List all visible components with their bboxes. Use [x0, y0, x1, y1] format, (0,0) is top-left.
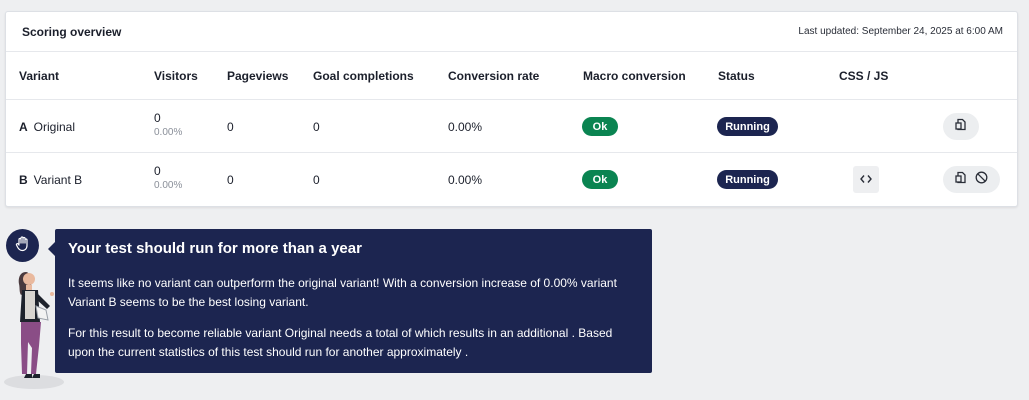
column-visitors: Visitors [154, 69, 198, 83]
variant-name: Original [33, 120, 76, 134]
table-header: Variant Visitors Pageviews Goal completi… [6, 52, 1017, 100]
conversion-rate-value: 0.00% [448, 173, 483, 187]
last-updated: Last updated: September 24, 2025 at 6:00… [798, 26, 1003, 37]
goal-completions-value: 0 [313, 120, 320, 134]
scoring-overview-card: Scoring overview Last updated: September… [5, 11, 1018, 207]
visitors-count: 0 [154, 164, 161, 178]
copy-icon[interactable] [955, 171, 967, 189]
recommendation-title: Your test should run for more than a yea… [68, 240, 362, 257]
pageviews-value: 0 [227, 120, 234, 134]
column-goal-completions: Goal completions [313, 69, 414, 83]
status-badge: Running [717, 170, 778, 189]
card-header: Scoring overview Last updated: September… [6, 12, 1017, 52]
column-status: Status [718, 69, 755, 83]
variant-letter: A [19, 120, 28, 134]
hand-icon-badge [6, 229, 39, 262]
copy-icon[interactable] [955, 118, 967, 136]
disable-icon[interactable] [975, 171, 988, 189]
recommendation-paragraph: It seems like no variant can outperform … [68, 276, 617, 309]
status-badge: Running [717, 117, 778, 136]
column-macro-conversion: Macro conversion [583, 69, 686, 83]
recommendation-paragraph: For this result to become reliable varia… [68, 326, 613, 359]
hand-icon [15, 235, 31, 257]
recommendation-panel: Your test should run for more than a yea… [48, 229, 652, 373]
variant-letter: B [19, 173, 28, 187]
css-js-button[interactable] [853, 166, 879, 193]
visitors-count: 0 [154, 111, 161, 125]
row-actions [943, 113, 979, 140]
column-conversion-rate: Conversion rate [448, 69, 540, 83]
table-row: A Original 0 0.00% 0 0 0.00% Ok Running [6, 100, 1017, 153]
pageviews-value: 0 [227, 173, 234, 187]
column-pageviews: Pageviews [227, 69, 289, 83]
macro-conversion-badge: Ok [582, 170, 618, 189]
row-actions [943, 166, 1000, 193]
macro-conversion-badge: Ok [582, 117, 618, 136]
visitors-percentage: 0.00% [154, 127, 183, 138]
variant-cell: B Variant B [19, 173, 82, 187]
variant-cell: A Original [19, 120, 75, 134]
variant-name: Variant B [33, 173, 83, 187]
card-title: Scoring overview [22, 24, 122, 39]
column-css-js: CSS / JS [839, 69, 889, 83]
column-variant: Variant [19, 69, 60, 83]
code-icon [860, 171, 872, 189]
visitors-percentage: 0.00% [154, 180, 183, 191]
tooltip-arrow [48, 242, 55, 256]
goal-completions-value: 0 [313, 173, 320, 187]
table-row: B Variant B 0 0.00% 0 0 0.00% Ok Running [6, 153, 1017, 206]
conversion-rate-value: 0.00% [448, 120, 483, 134]
